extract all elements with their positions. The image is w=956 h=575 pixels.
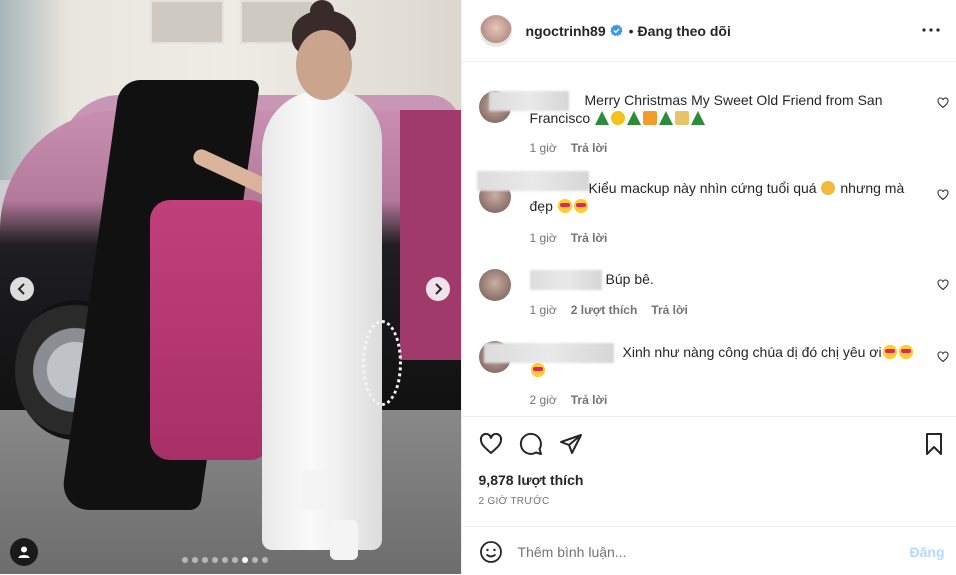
comment-text-cont (530, 361, 546, 379)
comment-text-line: Kiểu mackup này nhìn cứng tuổi quá nhưng… (589, 179, 905, 197)
comment-time[interactable]: 1 giờ (530, 231, 557, 245)
comment-text: đẹp (529, 198, 553, 214)
like-comment-icon[interactable] (937, 97, 949, 109)
like-comment-icon[interactable] (937, 351, 949, 363)
carousel-dot (192, 557, 198, 563)
carousel-dot (202, 557, 208, 563)
star-emoji (611, 111, 626, 125)
comment-likes-count[interactable]: 2 lượt thích (571, 303, 638, 317)
comment-item: Xinh như nàng công chúa dị đó chị yêu ơi… (478, 341, 949, 411)
like-icon[interactable] (479, 432, 503, 456)
gift-emoji (643, 111, 658, 125)
redacted-username (483, 343, 614, 363)
carousel-dot (232, 557, 238, 563)
comment-text: Merry Christmas My Sweet Old Friend from… (584, 92, 883, 108)
comment-time[interactable]: 1 giờ (530, 303, 557, 317)
redacted-username (529, 270, 602, 290)
author-username[interactable]: ngoctrinh89 (526, 23, 606, 39)
carousel-prev-button[interactable] (10, 277, 34, 301)
post-photo[interactable] (0, 0, 461, 574)
carousel-dot (182, 557, 188, 563)
photo-window (150, 0, 224, 44)
comment-icon[interactable] (519, 432, 543, 456)
user-icon (18, 546, 30, 558)
post-dialog: ngoctrinh89 • Đang theo dõi Merry Christ… (0, 0, 956, 574)
redacted-username (488, 91, 569, 111)
christmas-tree-emoji (659, 111, 674, 125)
photo-pearl-bag (362, 320, 402, 406)
photo-face (296, 30, 352, 100)
following-button[interactable]: Đang theo dõi (638, 23, 731, 39)
reply-button[interactable]: Trả lời (571, 393, 608, 407)
photo-shoe (330, 520, 358, 560)
heart-eyes-emoji (882, 345, 897, 359)
emoji-row (594, 110, 706, 126)
likes-count[interactable]: 9,878 lượt thích (479, 472, 584, 488)
comment-text-cont: Francisco (530, 109, 707, 127)
comment-text: Kiểu mackup này nhìn cứng tuổi quá (588, 180, 817, 196)
like-comment-icon[interactable] (937, 279, 949, 291)
photo-shoe (300, 470, 328, 510)
christmas-tree-emoji (627, 111, 642, 125)
more-options-button[interactable] (921, 20, 941, 40)
emoji-picker-icon[interactable] (479, 540, 503, 564)
comment-meta: 1 giờ Trả lời (530, 141, 608, 155)
photo-hair-bun (310, 0, 334, 22)
photo-car-interior (400, 110, 461, 360)
reply-button[interactable]: Trả lời (571, 231, 608, 245)
share-icon[interactable] (559, 432, 583, 456)
heart-eyes-emoji (557, 199, 572, 213)
chevron-right-icon (435, 283, 443, 295)
comment-item: Merry Christmas My Sweet Old Friend from… (478, 89, 949, 159)
commenter-avatar[interactable] (478, 269, 511, 301)
heart-eyes-emoji (530, 363, 545, 377)
reply-button[interactable]: Trả lời (651, 303, 688, 317)
comments-list[interactable]: Merry Christmas My Sweet Old Friend from… (462, 61, 956, 415)
reply-button[interactable]: Trả lời (571, 141, 608, 155)
post-comment-button[interactable]: Đăng (910, 544, 945, 560)
carousel-dot (252, 557, 258, 563)
header-separator: • (628, 22, 634, 39)
carousel-dot (242, 557, 248, 563)
tagged-users-button[interactable] (10, 538, 38, 566)
christmas-tree-emoji (595, 111, 610, 125)
christmas-tree-emoji (691, 111, 706, 125)
comment-meta: 1 giờ Trả lời (530, 231, 608, 245)
comment-item: Kiểu mackup này nhìn cứng tuổi quá nhưng… (476, 171, 949, 251)
author-avatar[interactable] (479, 14, 512, 47)
comment-text-line: Xinh như nàng công chúa dị đó chị yêu ơi (623, 343, 914, 361)
comment-time[interactable]: 2 giờ (530, 393, 557, 407)
comment-text: Búp bê. (605, 271, 654, 287)
carousel-indicator (182, 557, 268, 563)
comment-text: nhưng mà (840, 180, 905, 196)
comment-text-cont: đẹp (530, 197, 589, 215)
add-comment-bar: Thêm bình luận... Đăng (461, 526, 956, 575)
verified-badge-icon (610, 24, 623, 37)
carousel-next-button[interactable] (426, 277, 450, 301)
heart-eyes-emoji (898, 345, 913, 359)
post-actions (461, 416, 956, 469)
comment-meta: 2 giờ Trả lời (530, 393, 608, 407)
heart-eyes-emoji (573, 199, 588, 213)
carousel-dot (212, 557, 218, 563)
more-horizontal-icon (921, 28, 940, 32)
comment-item: Búp bê. 1 giờ 2 lượt thích Trả lời (478, 267, 949, 327)
carousel-dot (222, 557, 228, 563)
worried-face-emoji (821, 181, 836, 195)
post-panel: ngoctrinh89 • Đang theo dõi Merry Christ… (460, 0, 956, 575)
comment-text: Xinh như nàng công chúa dị đó chị yêu ơi (622, 344, 882, 360)
chevron-left-icon (17, 283, 25, 295)
bookmark-icon[interactable] (922, 432, 946, 456)
redacted-username (476, 171, 589, 191)
post-time[interactable]: 2 GIỜ TRƯỚC (479, 496, 550, 507)
add-comment-input[interactable]: Thêm bình luận... (518, 544, 627, 560)
comment-meta: 1 giờ 2 lượt thích Trả lời (530, 303, 688, 317)
carousel-dot (262, 557, 268, 563)
comment-text: Francisco (529, 110, 591, 126)
comment-time[interactable]: 1 giờ (530, 141, 557, 155)
like-comment-icon[interactable] (937, 189, 949, 201)
photo-door-panel (150, 200, 270, 460)
champagne-emoji (675, 111, 690, 125)
post-header: ngoctrinh89 • Đang theo dõi (461, 0, 956, 62)
